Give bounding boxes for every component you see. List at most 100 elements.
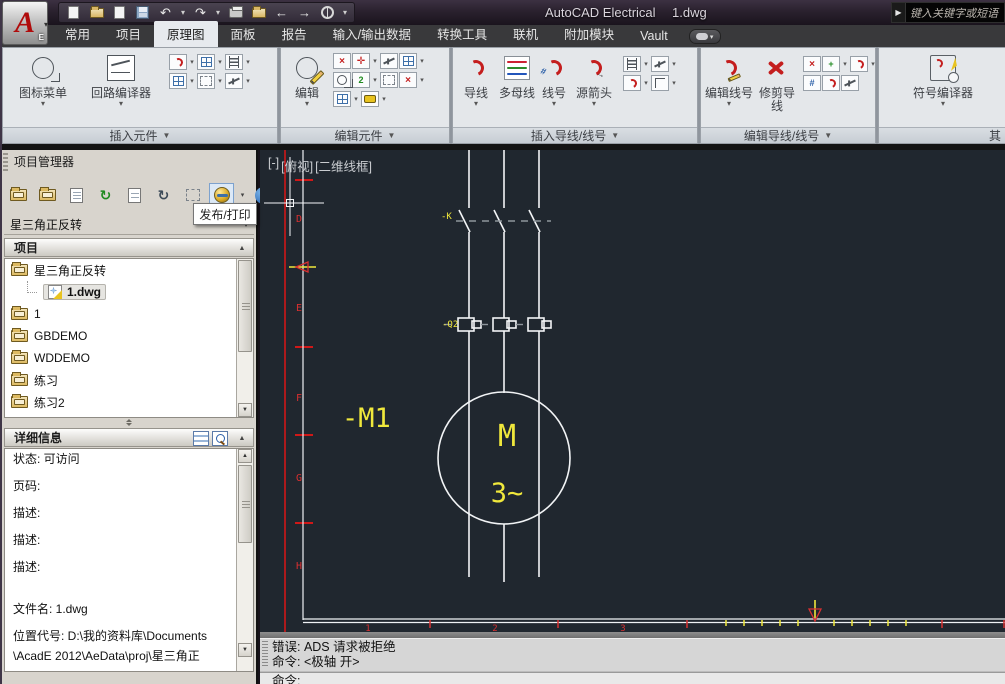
search-go-icon[interactable]: ▶ <box>892 3 906 22</box>
qat-customize-icon[interactable]: ▾ <box>340 4 350 22</box>
move-component-icon[interactable]: ✛ <box>352 53 370 69</box>
move-wire-number-icon[interactable]: # <box>803 75 821 91</box>
retag-component-icon[interactable]: 2 <box>352 72 370 88</box>
update-retag-button[interactable]: ↻ <box>151 183 176 207</box>
refresh-button[interactable]: ↻ <box>93 183 118 207</box>
edit-component-button[interactable]: 编辑 ▾ <box>285 51 329 108</box>
command-input[interactable]: 命令: <box>260 672 1005 684</box>
multiple-insert-icon[interactable] <box>169 54 187 70</box>
multiple-bus-button[interactable]: 多母线 <box>499 51 535 100</box>
trim-wire-button[interactable]: 修剪导线 <box>757 51 797 113</box>
drawing-properties-button[interactable] <box>64 183 89 207</box>
new-file-icon[interactable] <box>63 4 84 22</box>
dropdown-icon[interactable]: ▾ <box>380 95 388 103</box>
projects-section-header[interactable]: 项目 ▲ <box>4 238 254 257</box>
icon-menu-button[interactable]: 图标菜单 ▾ <box>11 51 75 108</box>
dropdown-icon[interactable]: ▾ <box>642 79 650 87</box>
panel-title-other-tools[interactable]: 其 <box>879 127 1005 143</box>
details-view-icon[interactable] <box>193 431 209 446</box>
dropdown-icon[interactable]: ▾ <box>418 57 426 65</box>
wire-tee-icon[interactable] <box>651 75 669 91</box>
dropdown-icon[interactable]: ▾ <box>670 60 678 68</box>
new-project-button[interactable] <box>35 183 60 207</box>
panel-title-insert-wires[interactable]: 插入导线/线号 ▼ <box>453 127 697 143</box>
tree-scrollbar[interactable]: ▼ <box>236 259 253 417</box>
dropdown-icon[interactable]: ▾ <box>418 76 426 84</box>
publish-dropdown-icon[interactable]: ▾ <box>238 191 247 199</box>
view-control[interactable]: [俯视] <box>281 156 313 175</box>
dropdown-icon[interactable]: ▾ <box>216 58 224 66</box>
cloud-menu-button[interactable]: ▾ <box>689 29 721 44</box>
back-icon[interactable]: ← <box>271 4 292 22</box>
scroll-down-icon[interactable]: ▼ <box>238 643 252 657</box>
insert-panel-icon[interactable] <box>197 54 215 70</box>
tree-item-project[interactable]: 练习2 <box>5 391 253 413</box>
tree-splitter[interactable] <box>4 418 254 427</box>
tab-home[interactable]: 常用 <box>52 21 103 47</box>
preview-view-icon[interactable] <box>212 431 228 446</box>
dropdown-icon[interactable]: ▾ <box>188 77 196 85</box>
tab-schematic[interactable]: 原理图 <box>154 21 218 47</box>
symbol-builder-button[interactable]: 符号编译器 ▾ <box>905 51 981 108</box>
delete-component-icon[interactable]: × <box>333 53 351 69</box>
collapse-icon[interactable]: ▲ <box>235 431 249 445</box>
redo-icon[interactable]: ↷ <box>190 4 211 22</box>
open-project-button[interactable] <box>6 183 31 207</box>
scrollbar-thumb[interactable] <box>238 465 252 543</box>
command-grip[interactable] <box>262 641 268 667</box>
edit-attributes-icon[interactable] <box>333 91 351 107</box>
tab-reports[interactable]: 报告 <box>269 21 320 47</box>
tree-item-project[interactable]: GBDEMO <box>5 325 253 347</box>
dropdown-icon[interactable]: ▾ <box>670 79 678 87</box>
undo-icon[interactable]: ↶ <box>155 4 176 22</box>
swap-component-icon[interactable] <box>380 53 398 69</box>
source-arrow-button[interactable]: → 源箭头 ▾ <box>573 51 615 108</box>
panel-title-edit-components[interactable]: 编辑元件 ▼ <box>281 127 449 143</box>
wire-gap-icon[interactable] <box>651 56 669 72</box>
panel-title-edit-wires[interactable]: 编辑导线/线号 ▼ <box>701 127 875 143</box>
open-file-icon[interactable] <box>86 4 107 22</box>
task-list-button[interactable] <box>122 183 147 207</box>
dropdown-icon[interactable]: ▾ <box>642 60 650 68</box>
tab-import-export[interactable]: 输入/输出数据 <box>320 21 424 47</box>
tree-item-project-active[interactable]: 星三角正反转 <box>5 259 253 281</box>
wire-number-button[interactable]: # 线号 ▾ <box>539 51 569 108</box>
wire-number-leader-icon[interactable] <box>623 75 641 91</box>
insert-p02-icon[interactable] <box>169 73 187 89</box>
tree-item-drawing[interactable]: 1.dwg <box>5 281 253 303</box>
dropdown-icon[interactable]: ▾ <box>352 95 360 103</box>
details-section-header[interactable]: 详细信息 ▲ <box>4 428 254 447</box>
edit-wire-number-button[interactable]: 编辑线号 ▾ <box>705 51 753 108</box>
viewport-menu-control[interactable]: [-] <box>268 156 279 175</box>
scroll-up-icon[interactable]: ▲ <box>238 449 252 463</box>
dropdown-icon[interactable]: ▾ <box>371 76 379 84</box>
application-menu-button[interactable]: A E ▾ <box>2 1 48 45</box>
details-scrollbar[interactable]: ▲ ▼ <box>236 449 253 671</box>
redo-dropdown-icon[interactable]: ▾ <box>213 4 223 22</box>
tab-conversion[interactable]: 转换工具 <box>424 21 500 47</box>
tree-item-project[interactable]: 练习 <box>5 369 253 391</box>
tree-item-project[interactable]: WDDEMO <box>5 347 253 369</box>
circuit-builder-button[interactable]: 回路编译器 ▾ <box>81 51 161 108</box>
dropdown-icon[interactable]: ▾ <box>371 57 379 65</box>
ladder-insert-icon[interactable] <box>623 56 641 72</box>
ladder-add-icon[interactable]: + <box>822 56 840 72</box>
dropdown-icon[interactable]: ▾ <box>216 77 224 85</box>
delete-attributes-icon[interactable]: × <box>399 72 417 88</box>
toggle-wire-number-icon[interactable] <box>841 75 859 91</box>
tab-panel[interactable]: 面板 <box>218 21 269 47</box>
dropdown-icon[interactable]: ▾ <box>244 77 252 85</box>
plot-icon[interactable] <box>225 4 246 22</box>
insert-connector-icon[interactable] <box>225 73 243 89</box>
drawing-canvas[interactable]: [-] [俯视] [二维线框] D E F G H <box>260 150 1005 632</box>
forward-icon[interactable]: → <box>294 4 315 22</box>
tree-item-project[interactable]: 1 <box>5 303 253 325</box>
panel-title-insert-components[interactable]: 插入元件 ▼ <box>3 127 277 143</box>
collapse-icon[interactable]: ▲ <box>235 241 249 255</box>
move-attribute-icon[interactable] <box>361 91 379 107</box>
sheet-set-icon[interactable] <box>248 4 269 22</box>
delete-wire-number-icon[interactable]: × <box>803 56 821 72</box>
open-project-icon[interactable] <box>109 4 130 22</box>
undo-dropdown-icon[interactable]: ▾ <box>178 4 188 22</box>
tab-vault[interactable]: Vault <box>627 26 681 47</box>
